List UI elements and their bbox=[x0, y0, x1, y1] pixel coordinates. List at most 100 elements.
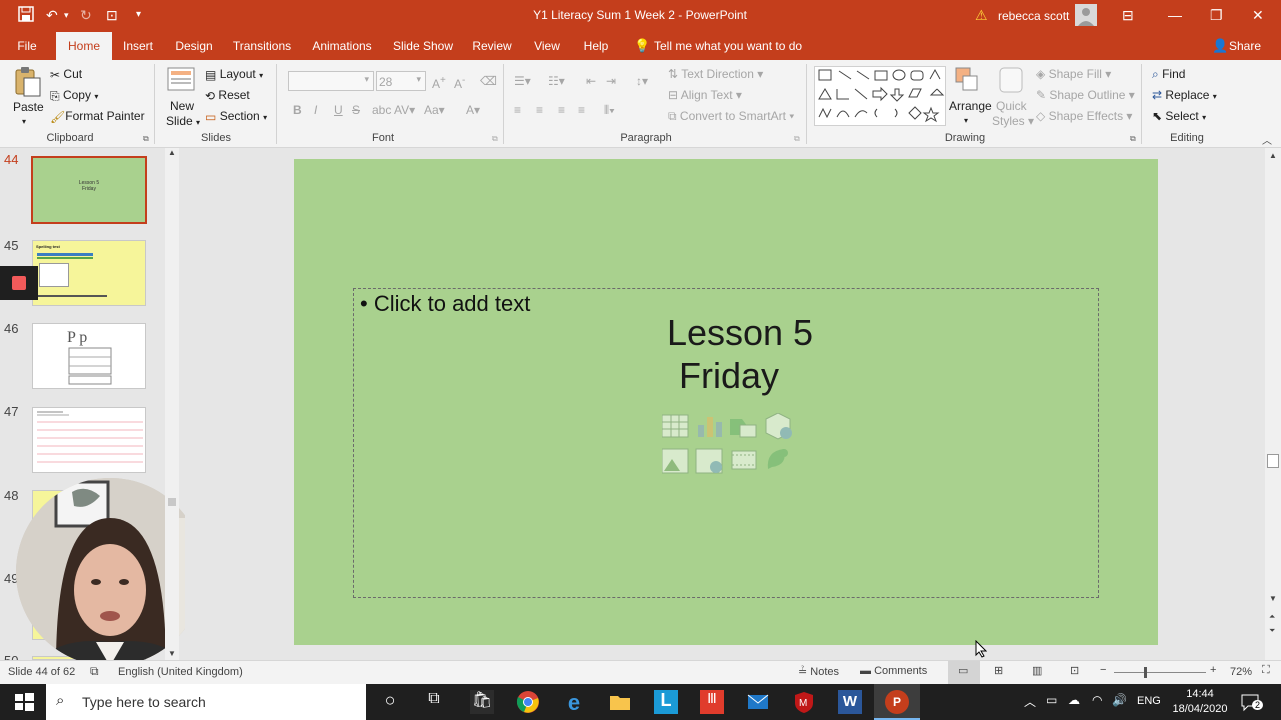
scroll-down-icon[interactable]: ▼ bbox=[1269, 594, 1277, 603]
clear-formatting-icon[interactable]: ⌫ bbox=[480, 73, 497, 89]
zoom-in-icon[interactable]: + bbox=[1210, 664, 1216, 676]
tab-file[interactable]: File bbox=[8, 32, 46, 60]
avatar[interactable] bbox=[1075, 4, 1097, 26]
quick-styles-button[interactable]: Quick bbox=[996, 98, 1027, 114]
chrome-icon[interactable] bbox=[516, 690, 540, 714]
content-placeholder[interactable]: • Click to add text Lesson 5 Friday bbox=[353, 288, 1099, 598]
decrease-font-icon[interactable]: A- bbox=[454, 73, 465, 92]
shape-fill-button[interactable]: ◈ Shape Fill ▾ bbox=[1036, 66, 1111, 82]
taskbar-search-box[interactable]: ⌕ Type here to search bbox=[46, 684, 366, 720]
tab-animations[interactable]: Animations bbox=[306, 32, 378, 60]
wifi-icon[interactable]: ◠ bbox=[1092, 693, 1102, 707]
user-name[interactable]: rebecca scott bbox=[998, 9, 1069, 23]
format-painter-button[interactable]: 🖌Format Painter bbox=[50, 108, 145, 125]
shape-effects-button[interactable]: ◇ Shape Effects ▾ bbox=[1036, 108, 1132, 124]
change-case-icon[interactable]: Aa▾ bbox=[424, 102, 445, 118]
scroll-up-icon[interactable]: ▲ bbox=[1265, 151, 1281, 160]
paste-button[interactable]: Paste bbox=[13, 99, 44, 115]
increase-indent-icon[interactable]: ⇥ bbox=[606, 73, 616, 89]
redo-icon[interactable]: ↻ bbox=[80, 6, 92, 24]
tab-slide-show[interactable]: Slide Show bbox=[388, 32, 458, 60]
font-size-box[interactable]: 28 ▾ bbox=[376, 71, 426, 91]
font-launcher-icon[interactable]: ⧉ bbox=[492, 134, 498, 144]
slide-thumbnail-45[interactable]: Spelling test bbox=[32, 240, 146, 306]
task-view-icon[interactable]: ⧉ bbox=[422, 690, 446, 714]
file-explorer-icon[interactable] bbox=[608, 690, 632, 714]
shape-outline-button[interactable]: ✎ Shape Outline ▾ bbox=[1036, 87, 1135, 103]
input-language[interactable]: ENG bbox=[1137, 695, 1161, 707]
convert-smartart-button[interactable]: ⧉ Convert to SmartArt ▾ bbox=[668, 108, 794, 124]
mcafee-icon[interactable]: M bbox=[792, 690, 816, 714]
clipboard-launcher-icon[interactable]: ⧉ bbox=[143, 134, 149, 144]
layout-button[interactable]: ▤ Layout ▾ bbox=[205, 66, 263, 84]
ribbon-display-icon[interactable]: ⊟ bbox=[1122, 6, 1134, 24]
scroll-thumb[interactable] bbox=[168, 498, 176, 506]
increase-font-icon[interactable]: A+ bbox=[432, 73, 446, 92]
clock[interactable]: 14:44 18/04/2020 bbox=[1172, 687, 1228, 717]
numbering-icon[interactable]: ☷▾ bbox=[548, 73, 565, 89]
red-app-icon[interactable]: Ⅲ bbox=[700, 690, 724, 714]
normal-view-button[interactable]: ▭ bbox=[948, 661, 980, 684]
save-icon[interactable] bbox=[18, 6, 34, 26]
customize-quick-access-icon[interactable]: ▾ bbox=[136, 6, 141, 24]
cut-button[interactable]: ✂ Cut bbox=[50, 66, 82, 83]
new-slide-label-2[interactable]: Slide ▾ bbox=[166, 113, 200, 131]
slide-thumbnail-46[interactable]: P p bbox=[32, 323, 146, 389]
restore-icon[interactable]: ❐ bbox=[1210, 6, 1223, 24]
warning-icon[interactable]: ⚠ bbox=[975, 6, 988, 24]
drawing-launcher-icon[interactable]: ⧉ bbox=[1130, 134, 1136, 144]
spellcheck-icon[interactable]: ⧉ bbox=[90, 664, 99, 679]
slide-thumbnail-44[interactable]: Lesson 5 Friday bbox=[31, 156, 147, 224]
placeholder-prompt[interactable]: • Click to add text bbox=[360, 291, 530, 317]
comments-button[interactable]: ▬ Comments bbox=[860, 665, 927, 677]
select-button[interactable]: ⬉ Select ▾ bbox=[1152, 108, 1206, 126]
show-hidden-icons[interactable]: ︿ bbox=[1024, 693, 1036, 710]
reading-view-icon[interactable]: ▥ bbox=[1032, 664, 1042, 677]
undo-icon[interactable]: ↶ bbox=[46, 6, 58, 24]
paste-icon[interactable] bbox=[12, 66, 42, 98]
volume-icon[interactable]: 🔊 bbox=[1112, 693, 1127, 707]
slide-counter[interactable]: Slide 44 of 62 bbox=[8, 666, 75, 678]
font-color-icon[interactable]: A▾ bbox=[466, 102, 480, 118]
recording-widget[interactable] bbox=[0, 266, 38, 300]
quick-styles-label-2[interactable]: Styles ▾ bbox=[992, 113, 1034, 129]
italic-icon[interactable]: I bbox=[314, 102, 317, 118]
section-button[interactable]: ▭ Section ▾ bbox=[205, 108, 267, 126]
cortana-icon[interactable]: ○ bbox=[378, 690, 402, 714]
arrange-button[interactable]: Arrange bbox=[949, 98, 992, 114]
onedrive-icon[interactable]: ☁ bbox=[1068, 693, 1080, 707]
tab-view[interactable]: View bbox=[528, 32, 566, 60]
minimize-icon[interactable]: — bbox=[1168, 6, 1182, 24]
text-direction-button[interactable]: ⇅ Text Direction ▾ bbox=[668, 66, 763, 82]
line-spacing-icon[interactable]: ↕▾ bbox=[636, 73, 648, 89]
slide-sorter-icon[interactable]: ⊞ bbox=[994, 664, 1003, 677]
align-text-button[interactable]: ⊟ Align Text ▾ bbox=[668, 87, 742, 103]
scroll-thumb[interactable] bbox=[1267, 454, 1279, 468]
paragraph-launcher-icon[interactable]: ⧉ bbox=[794, 134, 800, 144]
close-icon[interactable]: ✕ bbox=[1252, 6, 1264, 24]
edge-icon[interactable]: e bbox=[562, 690, 586, 715]
paste-dropdown-icon[interactable]: ▾ bbox=[22, 114, 26, 130]
tab-insert[interactable]: Insert bbox=[118, 32, 158, 60]
slide-scrollbar[interactable]: ▲ ▼ ⏶ ⏷ bbox=[1265, 148, 1281, 660]
replace-button[interactable]: ⇄ Replace ▾ bbox=[1152, 87, 1217, 105]
quick-styles-icon[interactable] bbox=[998, 66, 1024, 94]
tab-design[interactable]: Design bbox=[170, 32, 218, 60]
tell-me-search[interactable]: Tell me what you want to do bbox=[654, 32, 804, 60]
align-right-icon[interactable]: ≡ bbox=[558, 102, 565, 118]
slide-show-icon[interactable]: ⊡ bbox=[1070, 664, 1079, 677]
columns-icon[interactable]: ⫴▾ bbox=[604, 102, 615, 118]
stop-record-icon[interactable] bbox=[12, 276, 26, 290]
thumbnail-scrollbar[interactable]: ▲ ▼ bbox=[165, 148, 179, 660]
store-icon[interactable]: 🛍 bbox=[470, 690, 494, 714]
underline-icon[interactable]: U bbox=[334, 102, 343, 118]
powerpoint-taskbar-button[interactable]: P bbox=[874, 684, 920, 720]
new-slide-icon[interactable] bbox=[166, 66, 196, 94]
fit-to-window-icon[interactable]: ⛶ bbox=[1262, 664, 1270, 677]
previous-slide-icon[interactable]: ⏶ bbox=[1269, 612, 1275, 622]
undo-dropdown-icon[interactable]: ▾ bbox=[64, 6, 69, 24]
zoom-slider-thumb[interactable] bbox=[1144, 667, 1147, 678]
action-center-icon[interactable]: 2 bbox=[1240, 692, 1264, 715]
share-icon[interactable]: 👤 bbox=[1212, 38, 1228, 54]
strikethrough-icon[interactable]: S bbox=[352, 102, 360, 118]
